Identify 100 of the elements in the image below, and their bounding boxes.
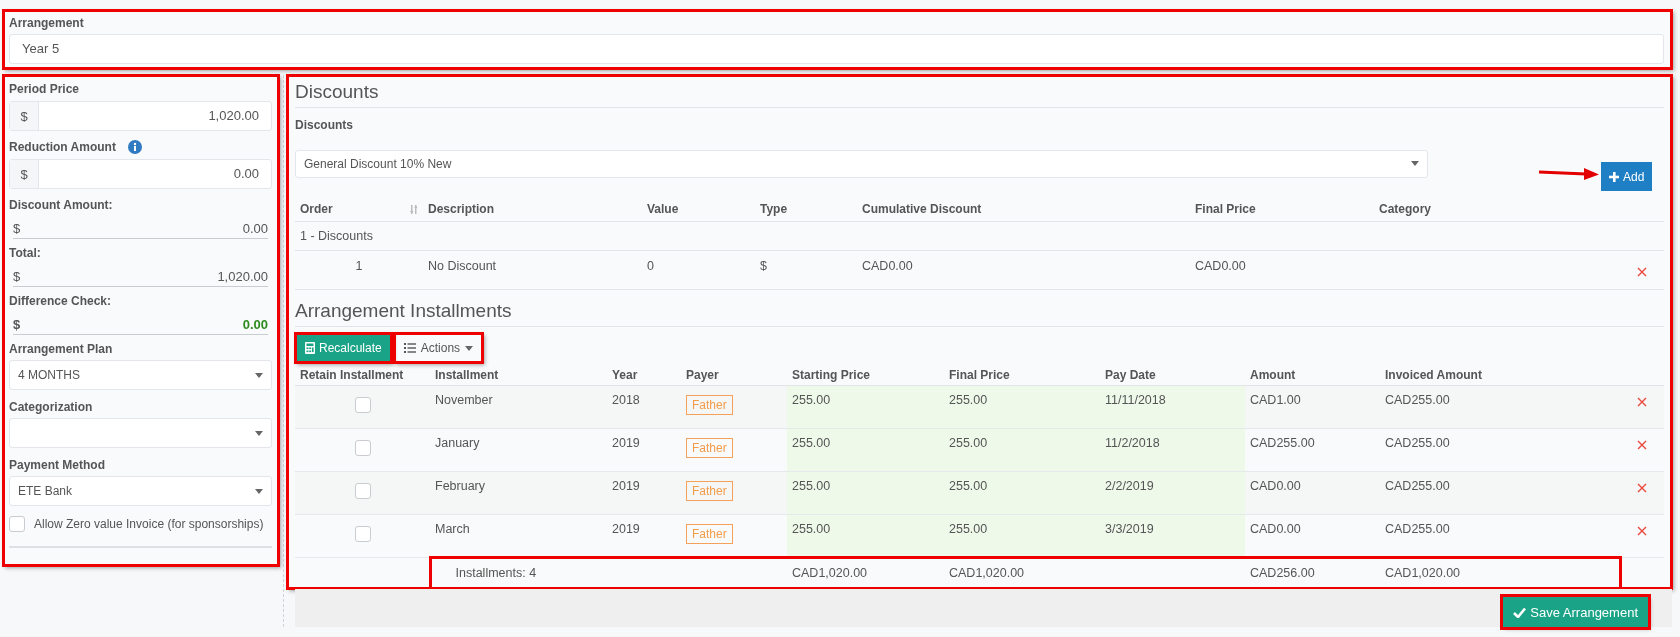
currency-sign: $ (13, 221, 21, 236)
money-field[interactable]: $ 0.00 (9, 159, 272, 189)
table-cell: 11/11/2018 (1105, 393, 1166, 407)
total-cell: CAD256.00 (1250, 566, 1315, 580)
table-cell: 2019 (612, 436, 640, 450)
group-label: 1 - Discounts (300, 229, 373, 243)
readout-value: 0.00 (242, 317, 268, 332)
list-icon (403, 343, 416, 353)
payer-tag: Father (686, 481, 733, 501)
add-button[interactable]: Add (1601, 162, 1653, 191)
table-cell: 255.00 (949, 393, 988, 407)
check-icon (1513, 606, 1527, 618)
column-header[interactable]: Final Price (1195, 202, 1256, 216)
table-cell: 255.00 (792, 436, 831, 450)
checkbox[interactable] (9, 516, 25, 532)
arrow-annotation (1538, 166, 1600, 181)
money-field[interactable]: $ 1,020.00 (9, 101, 272, 131)
table-cell: 11/2/2018 (1105, 436, 1160, 450)
payer-tag: Father (686, 395, 733, 415)
field-label: Total: (9, 246, 42, 260)
column-header: Installment (435, 368, 499, 382)
field-label: Arrangement (9, 16, 85, 30)
table-cell: CAD255.00 (1385, 393, 1450, 407)
section-heading: Arrangement Installments (295, 296, 1664, 327)
checkbox[interactable] (354, 397, 371, 413)
table-cell: 1 (355, 259, 363, 273)
caret-icon (255, 372, 263, 378)
total-cell: Installments: 4 (455, 566, 537, 580)
plus-icon (1609, 171, 1619, 182)
calculator-icon (305, 342, 315, 354)
table-cell: 255.00 (949, 479, 988, 493)
table-cell: 2/2/2019 (1105, 479, 1154, 493)
table-cell: November (435, 393, 493, 407)
table-cell: No Discount (428, 259, 497, 273)
table-cell: $ (760, 259, 767, 273)
dropdown[interactable] (9, 418, 272, 448)
field-label: Categorization (9, 400, 94, 414)
table-cell: 255.00 (792, 479, 831, 493)
column-header[interactable]: Value (647, 202, 679, 216)
table-cell: CAD255.00 (1250, 436, 1315, 450)
table-cell: 2019 (612, 479, 640, 493)
table-cell: 0 (647, 259, 654, 273)
readout-value: 1,020.00 (217, 269, 268, 284)
column-header: Retain Installment (300, 368, 404, 382)
currency-sign: $ (13, 269, 21, 284)
payer-tag: Father (686, 438, 733, 458)
table-cell: CAD255.00 (1385, 479, 1450, 493)
column-header: Payer (686, 368, 719, 382)
table-cell: CAD255.00 (1385, 522, 1450, 536)
column-header[interactable]: Category (1379, 202, 1431, 216)
delete-icon[interactable] (1637, 440, 1647, 450)
table-cell: February (435, 479, 486, 493)
dropdown[interactable]: ETE Bank (9, 476, 272, 506)
checkbox[interactable] (354, 526, 371, 542)
table-cell: CAD0.00 (862, 259, 913, 273)
table-cell: CAD0.00 (1195, 259, 1246, 273)
checkbox[interactable] (354, 440, 371, 456)
checkbox[interactable] (354, 483, 371, 499)
table-cell: 255.00 (949, 522, 988, 536)
column-header: Amount (1250, 368, 1296, 382)
table-cell: 255.00 (792, 393, 831, 407)
arrangement-field[interactable]: Year 5 (9, 34, 1664, 64)
discount-dropdown[interactable]: General Discount 10% New (295, 149, 1428, 178)
column-header: Starting Price (792, 368, 871, 382)
table-cell: CAD0.00 (1250, 522, 1301, 536)
actions-button[interactable]: Actions (393, 333, 484, 363)
column-header[interactable]: Type (760, 202, 788, 216)
currency-sign: $ (13, 317, 21, 332)
table-cell: 2019 (612, 522, 640, 536)
field-label: Difference Check: (9, 294, 113, 308)
caret-icon (465, 345, 474, 351)
column-header[interactable]: Cumulative Discount (862, 202, 982, 216)
table-cell: CAD255.00 (1385, 436, 1450, 450)
column-header[interactable]: Order (300, 202, 333, 216)
table-cell: 2018 (612, 393, 640, 407)
caret-icon (255, 488, 263, 494)
column-header: Year (612, 368, 638, 382)
table-cell: March (435, 522, 470, 536)
table-cell: CAD1.00 (1250, 393, 1301, 407)
field-label: Discounts (295, 118, 354, 132)
caret-icon (1411, 161, 1419, 166)
table-cell: 255.00 (792, 522, 831, 536)
table-cell: January (435, 436, 480, 450)
delete-icon[interactable] (1637, 397, 1647, 407)
dropdown[interactable]: 4 MONTHS (9, 360, 272, 390)
field-label: Reduction Amount (9, 140, 116, 154)
delete-icon[interactable] (1637, 526, 1647, 536)
total-cell: CAD1,020.00 (792, 566, 868, 580)
checkbox-label: Allow Zero value Invoice (for sponsorships) (34, 517, 264, 531)
field-label: Period Price (9, 82, 80, 96)
column-header[interactable]: Description (428, 202, 494, 216)
delete-icon[interactable] (1637, 483, 1647, 493)
table-cell: CAD0.00 (1250, 479, 1301, 493)
field-label: Arrangement Plan (9, 342, 114, 356)
readout-value: 0.00 (242, 221, 268, 236)
payer-tag: Father (686, 524, 733, 544)
delete-icon[interactable] (1637, 267, 1647, 277)
section-heading: Discounts (295, 77, 1664, 108)
total-cell: CAD1,020.00 (949, 566, 1025, 580)
sort-icon (410, 204, 418, 214)
